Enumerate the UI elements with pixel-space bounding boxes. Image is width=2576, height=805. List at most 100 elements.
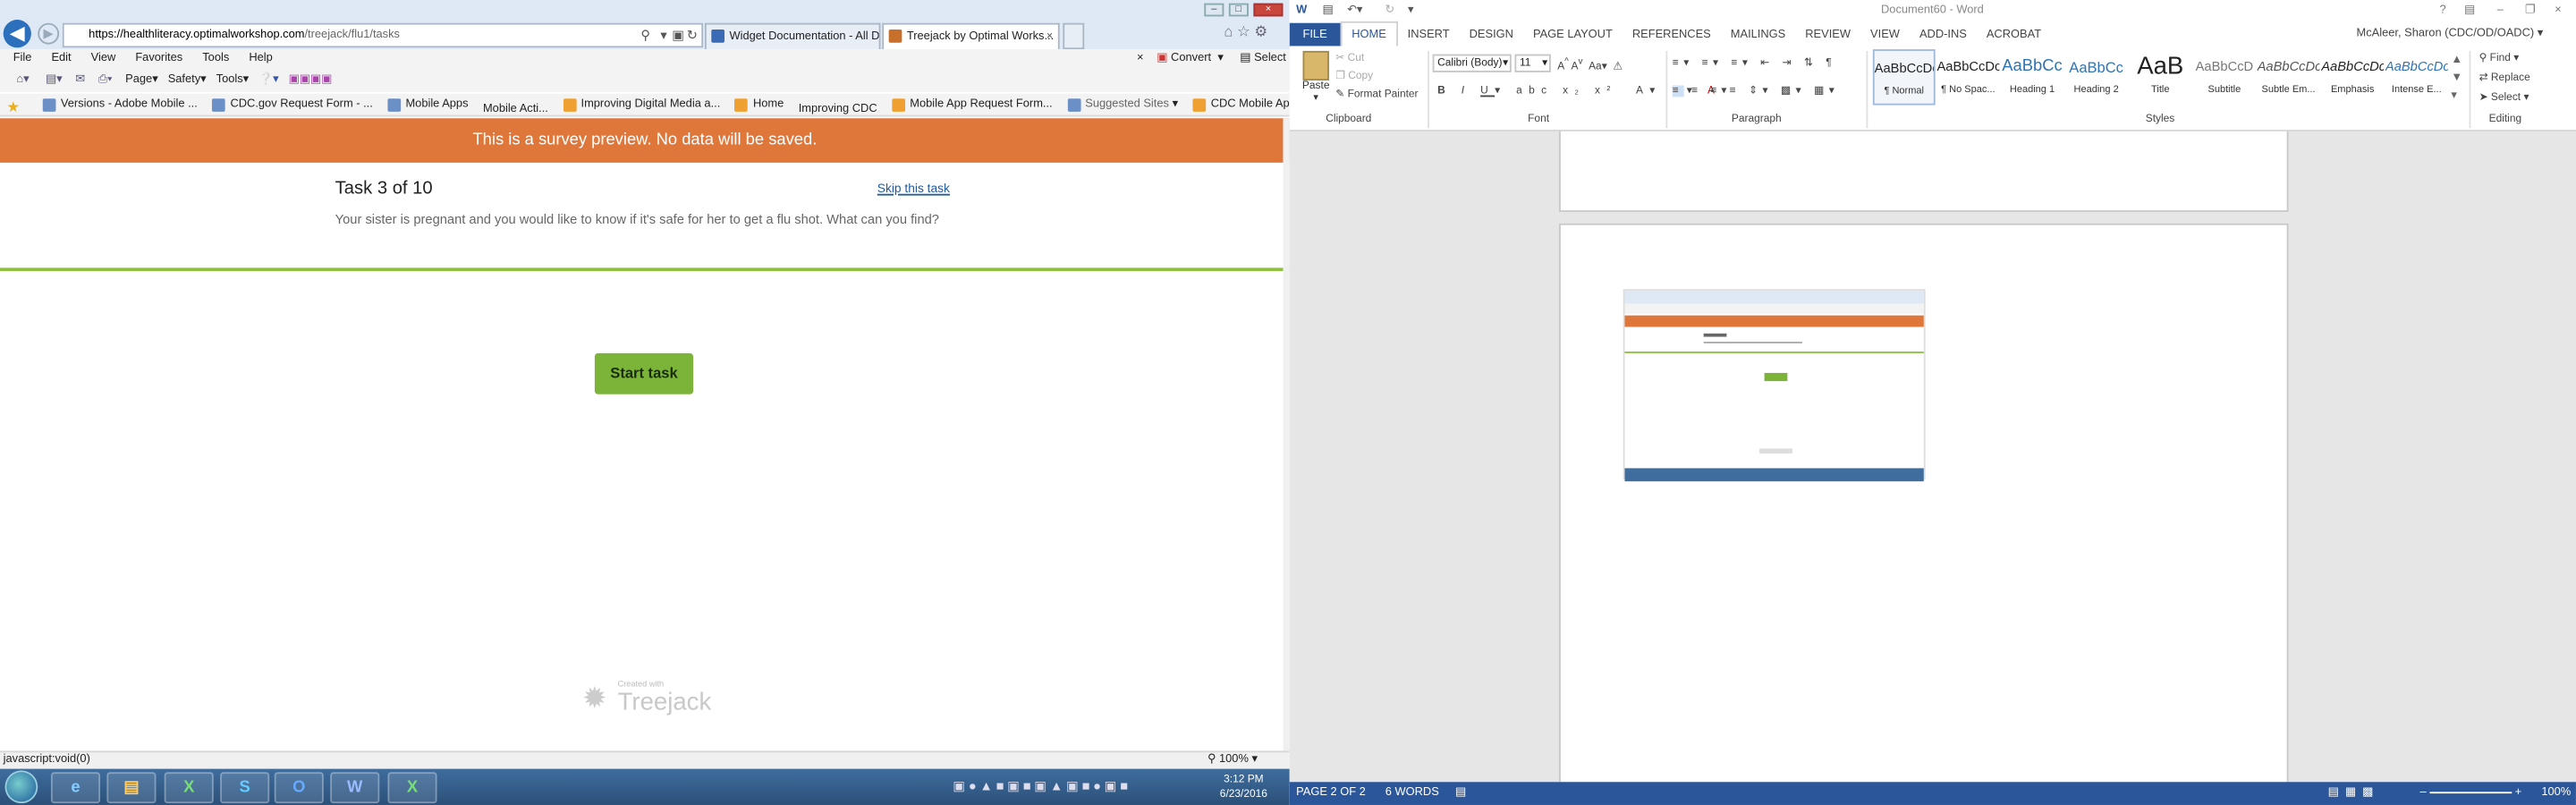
style-emphasis[interactable]: AaBbCcDc Emphasis <box>2321 49 2384 105</box>
tab-treejack[interactable]: Treejack by Optimal Works... × <box>882 22 1060 50</box>
tab-references[interactable]: REFERENCES <box>1623 23 1721 48</box>
undo-icon[interactable]: ↶▾ <box>1347 0 1362 21</box>
format-painter-button[interactable]: ✎ Format Painter <box>1335 86 1418 104</box>
zoom-slider[interactable]: – + <box>2419 782 2521 805</box>
zoom-control[interactable]: ⚲ 100% ▾ <box>1208 750 1258 768</box>
document-area[interactable] <box>1289 131 2576 783</box>
menu-help[interactable]: Help <box>249 53 272 64</box>
paste-button[interactable]: Paste ▾ <box>1298 50 1334 104</box>
tab-design[interactable]: DESIGN <box>1460 23 1523 48</box>
close-tab-icon[interactable]: × <box>1046 25 1054 50</box>
menu-view[interactable]: View <box>91 53 116 64</box>
style-subtle-emphasis[interactable]: AaBbCcDc Subtle Em... <box>2258 49 2320 105</box>
document-page[interactable] <box>1559 223 2289 783</box>
font-size-select[interactable]: 11 ▾ <box>1514 54 1551 72</box>
save-icon[interactable]: ▤ <box>1323 0 1334 21</box>
style-subtitle[interactable]: AaBbCcD Subtitle <box>2193 49 2256 105</box>
menu-tools[interactable]: Tools <box>202 53 229 64</box>
menu-file[interactable]: File <box>13 53 32 64</box>
ribbon-options-icon[interactable]: ▤ <box>2464 0 2475 21</box>
user-account[interactable]: McAleer, Sharon (CDC/OD/OADC) ▾ <box>2357 21 2544 47</box>
taskbar-clock[interactable]: 3:12 PM 6/23/2016 <box>1208 772 1280 801</box>
document-page[interactable] <box>1559 131 2289 212</box>
close-icon[interactable]: × <box>1137 49 1144 69</box>
word-icon[interactable]: W <box>1296 0 1307 21</box>
style-heading-1[interactable]: AaBbCc Heading 1 <box>2001 49 2063 105</box>
font-name-select[interactable]: Calibri (Body) ▾ <box>1432 54 1512 72</box>
grow-shrink-font[interactable]: A^ Av Aa▾ ⚠ <box>1557 55 1623 76</box>
style-no-spacing[interactable]: AaBbCcDc ¶ No Spac... <box>1936 49 1999 105</box>
proofing-icon[interactable]: ▤ <box>1455 787 1466 799</box>
taskbar-excel-icon[interactable]: X <box>164 772 214 804</box>
start-task-button[interactable]: Start task <box>594 352 694 394</box>
convert-button[interactable]: Convert <box>1171 49 1211 69</box>
taskbar-explorer-icon[interactable]: ▤ <box>106 772 157 804</box>
tab-file[interactable]: FILE <box>1289 22 1341 48</box>
forward-button[interactable]: ▶ <box>38 22 60 45</box>
menu-favorites[interactable]: Favorites <box>135 53 182 64</box>
help-icon[interactable]: ? <box>2439 0 2445 21</box>
select-button[interactable]: Select <box>1254 49 1286 69</box>
tab-add-ins[interactable]: ADD-INS <box>1910 23 1977 48</box>
favorite-link[interactable]: Improving CDC <box>799 98 877 115</box>
taskbar-ie-icon[interactable]: e <box>50 772 101 804</box>
favorite-link[interactable]: Mobile Apps <box>387 94 469 115</box>
page-menu[interactable]: Page <box>125 69 152 92</box>
find-button[interactable]: ⚲ Find ▾ <box>2479 49 2520 67</box>
maximize-button[interactable]: □ <box>1228 3 1249 17</box>
taskbar-outlook-icon[interactable]: O <box>274 772 324 804</box>
favorite-link[interactable]: Improving Digital Media a... <box>563 94 720 115</box>
taskbar-word-icon[interactable]: W <box>330 772 380 804</box>
scrollbar[interactable] <box>1283 118 1290 751</box>
print-icon[interactable]: ⎙▾ <box>98 69 113 92</box>
view-buttons[interactable]: ▤ ▦ ▩ <box>2328 782 2374 805</box>
tab-acrobat[interactable]: ACROBAT <box>1977 23 2051 48</box>
favorite-link[interactable]: Home <box>734 94 784 115</box>
tools-menu[interactable]: Tools <box>216 69 243 92</box>
feeds-icon[interactable]: ▤▾ <box>46 69 63 92</box>
back-button[interactable]: ◀ <box>3 20 31 48</box>
alignment-buttons[interactable]: ≡ ≡ ≡ ≡ ⇕▾ ▩▾ ▦▾ <box>1672 82 1839 100</box>
address-bar[interactable]: https://healthliteracy.optimalworkshop.c… <box>62 22 704 48</box>
style-heading-2[interactable]: AaBbCc Heading 2 <box>2065 49 2128 105</box>
system-tray-icons[interactable]: ▣●▲■▣■▣▲▣■●▣■ <box>953 779 1131 794</box>
gear-icon[interactable]: ⚙ <box>1254 23 1267 39</box>
safety-menu[interactable]: Safety <box>168 69 200 92</box>
favorite-link[interactable]: CDC Mobile Applications ... <box>1192 94 1290 115</box>
close-window-button[interactable]: × <box>1253 3 1284 17</box>
minimize-button[interactable]: – <box>1204 3 1224 17</box>
menu-edit[interactable]: Edit <box>51 53 71 64</box>
copy-button[interactable]: ❐ Copy <box>1335 67 1373 85</box>
style-normal[interactable]: AaBbCcDc ¶ Normal <box>1872 49 1936 106</box>
tab-widget-documentation[interactable]: Widget Documentation - All D... <box>704 22 881 50</box>
lock-icon[interactable]: ▣ <box>672 23 684 48</box>
favorites-star-icon[interactable]: ★ <box>0 96 28 114</box>
style-title[interactable]: AaB Title <box>2129 49 2191 105</box>
favorite-link[interactable]: CDC.gov Request Form - ... <box>212 94 373 115</box>
favorite-link[interactable]: Versions - Adobe Mobile ... <box>42 94 198 115</box>
help-icon[interactable]: ❔▾ <box>258 69 278 92</box>
tab-review[interactable]: REVIEW <box>1795 23 1860 48</box>
tab-mailings[interactable]: MAILINGS <box>1721 23 1795 48</box>
redo-icon[interactable]: ↻ <box>1385 0 1394 21</box>
favorite-link[interactable]: Mobile Acti... <box>483 98 548 115</box>
windows-start-button[interactable] <box>4 770 38 804</box>
cut-button[interactable]: ✂ Cut <box>1335 49 1364 67</box>
page-count[interactable]: PAGE 2 OF 2 <box>1296 787 1366 799</box>
addon-icons[interactable]: ▣▣▣▣ <box>289 69 333 92</box>
tab-page-layout[interactable]: PAGE LAYOUT <box>1523 23 1623 48</box>
mail-icon[interactable]: ✉ <box>75 69 85 92</box>
word-count[interactable]: 6 WORDS <box>1385 787 1439 799</box>
pasted-screenshot-image[interactable] <box>1623 289 1926 482</box>
search-icon[interactable]: ⚲ <box>640 23 650 48</box>
tab-home[interactable]: HOME <box>1340 21 1398 48</box>
refresh-icon[interactable]: ↻ <box>687 23 698 48</box>
minimize-button[interactable]: – <box>2497 0 2504 21</box>
select-button[interactable]: ➤ Select ▾ <box>2479 89 2529 106</box>
skip-task-link[interactable]: Skip this task <box>877 181 950 196</box>
zoom-level[interactable]: 100% <box>2541 782 2571 805</box>
taskbar-excel-icon[interactable]: X <box>387 772 437 804</box>
dropdown-icon[interactable]: ▾ <box>660 23 666 48</box>
replace-button[interactable]: ⇄ Replace <box>2479 69 2530 87</box>
tab-view[interactable]: VIEW <box>1860 23 1910 48</box>
